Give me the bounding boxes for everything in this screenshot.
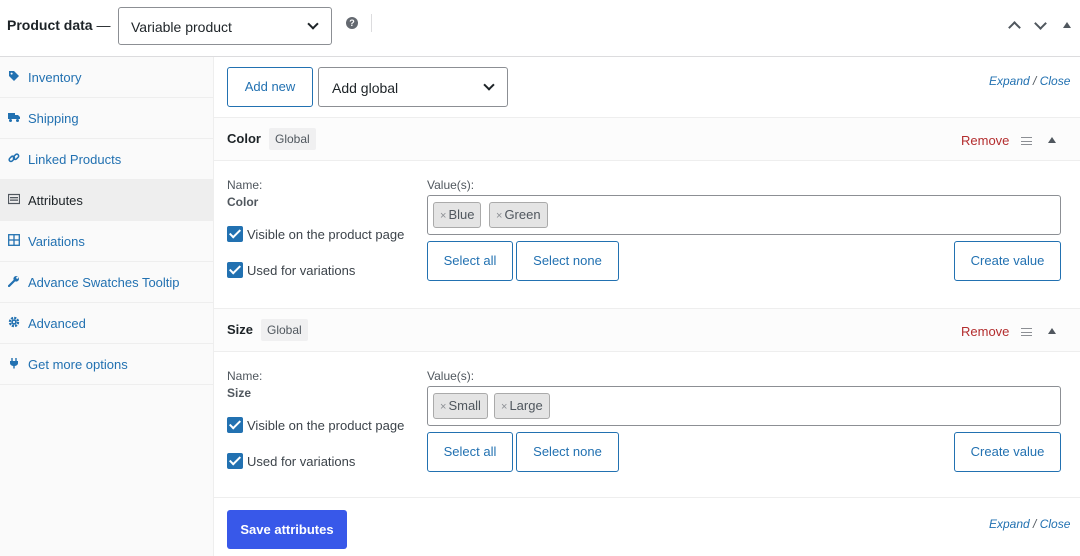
divider [371, 14, 372, 32]
remove-chip-icon[interactable]: × [496, 210, 502, 222]
divider [214, 497, 1080, 498]
collapse-icon[interactable] [1048, 328, 1056, 334]
expand-close-links: Expand / Close [989, 74, 1071, 88]
value-chip: × Large [494, 393, 550, 419]
help-icon[interactable]: ? [346, 17, 358, 29]
checkbox-checked[interactable] [227, 262, 243, 278]
create-value-button[interactable]: Create value [954, 241, 1061, 281]
sidebar-item-label: Get more options [28, 357, 128, 372]
panel-title: Product data — [7, 17, 111, 33]
product-data-tabs: Inventory Shipping Linked Products Attri… [0, 57, 214, 556]
chevron-up-icon[interactable] [1008, 21, 1021, 34]
remove-attribute-link[interactable]: Remove [961, 324, 1009, 339]
select-none-button[interactable]: Select none [516, 432, 619, 472]
link-icon [8, 153, 20, 163]
sidebar-item-get-more-options[interactable]: Get more options [0, 344, 213, 385]
attribute-name-value: Color [227, 195, 259, 209]
sidebar-item-label: Variations [28, 234, 85, 249]
attribute-name: Color [227, 131, 261, 146]
product-type-value: Variable product [131, 19, 232, 35]
remove-chip-icon[interactable]: × [440, 210, 446, 222]
product-data-header: Product data — Variable product ? [0, 0, 1080, 57]
sidebar-item-linked-products[interactable]: Linked Products [0, 139, 213, 180]
remove-attribute-link[interactable]: Remove [961, 133, 1009, 148]
sidebar-item-label: Inventory [28, 70, 82, 85]
remove-chip-icon[interactable]: × [501, 401, 507, 413]
chevron-down-icon[interactable] [1034, 17, 1047, 30]
truck-icon [8, 113, 20, 122]
close-link[interactable]: Close [1040, 517, 1071, 531]
value-chip: × Green [489, 202, 548, 228]
wrench-icon [8, 276, 19, 287]
expand-link[interactable]: Expand [989, 74, 1030, 88]
add-global-select[interactable]: Add global [318, 67, 508, 107]
select-all-button[interactable]: Select all [427, 241, 513, 281]
attribute-header-color[interactable]: Color Global Remove [214, 117, 1080, 161]
add-global-value: Add global [332, 80, 399, 96]
values-label: Value(s): [427, 178, 475, 192]
value-chip: × Small [433, 393, 488, 419]
values-select[interactable]: × Small × Large [427, 386, 1061, 426]
sidebar-item-label: Linked Products [28, 152, 122, 167]
sidebar-item-inventory[interactable]: Inventory [0, 57, 213, 98]
attribute-header-size[interactable]: Size Global Remove [214, 308, 1080, 352]
remove-chip-icon[interactable]: × [440, 401, 446, 413]
checkbox-checked[interactable] [227, 417, 243, 433]
product-type-select[interactable]: Variable product [118, 7, 332, 45]
select-none-button[interactable]: Select none [516, 241, 619, 281]
global-badge: Global [261, 319, 308, 341]
chevron-down-icon [307, 18, 319, 30]
checkbox-checked[interactable] [227, 226, 243, 242]
gear-icon [8, 316, 20, 328]
sidebar-item-label: Advance Swatches Tooltip [28, 275, 180, 290]
sidebar-item-attributes[interactable]: Attributes [0, 180, 213, 221]
checkbox-checked[interactable] [227, 453, 243, 469]
expand-link[interactable]: Expand [989, 517, 1030, 531]
sidebar-item-advance-swatches-tooltip[interactable]: Advance Swatches Tooltip [0, 262, 213, 303]
drag-handle-icon[interactable] [1021, 328, 1032, 336]
sidebar-item-label: Shipping [28, 111, 79, 126]
toggle-panel-icon[interactable] [1063, 22, 1071, 28]
select-all-button[interactable]: Select all [427, 432, 513, 472]
list-table-icon [8, 193, 20, 205]
sidebar-item-label: Attributes [28, 193, 83, 208]
tag-icon [9, 71, 19, 81]
drag-handle-icon[interactable] [1021, 137, 1032, 145]
plugin-icon [10, 358, 18, 369]
values-select[interactable]: × Blue × Green [427, 195, 1061, 235]
grid-icon [8, 234, 20, 246]
sidebar-item-advanced[interactable]: Advanced [0, 303, 213, 344]
attribute-name: Size [227, 322, 254, 337]
name-label: Name: [227, 369, 263, 383]
sidebar-item-label: Advanced [28, 316, 86, 331]
values-label: Value(s): [427, 369, 475, 383]
chevron-down-icon [483, 79, 495, 91]
create-value-button[interactable]: Create value [954, 432, 1061, 472]
value-chip: × Blue [433, 202, 482, 228]
add-new-button[interactable]: Add new [227, 67, 313, 107]
sidebar-item-shipping[interactable]: Shipping [0, 98, 213, 139]
save-attributes-button[interactable]: Save attributes [227, 510, 347, 549]
global-badge: Global [269, 128, 316, 150]
name-label: Name: [227, 178, 263, 192]
sidebar-item-variations[interactable]: Variations [0, 221, 213, 262]
collapse-icon[interactable] [1048, 137, 1056, 143]
expand-close-links: Expand / Close [989, 517, 1071, 531]
close-link[interactable]: Close [1040, 74, 1071, 88]
attribute-name-value: Size [227, 386, 252, 400]
